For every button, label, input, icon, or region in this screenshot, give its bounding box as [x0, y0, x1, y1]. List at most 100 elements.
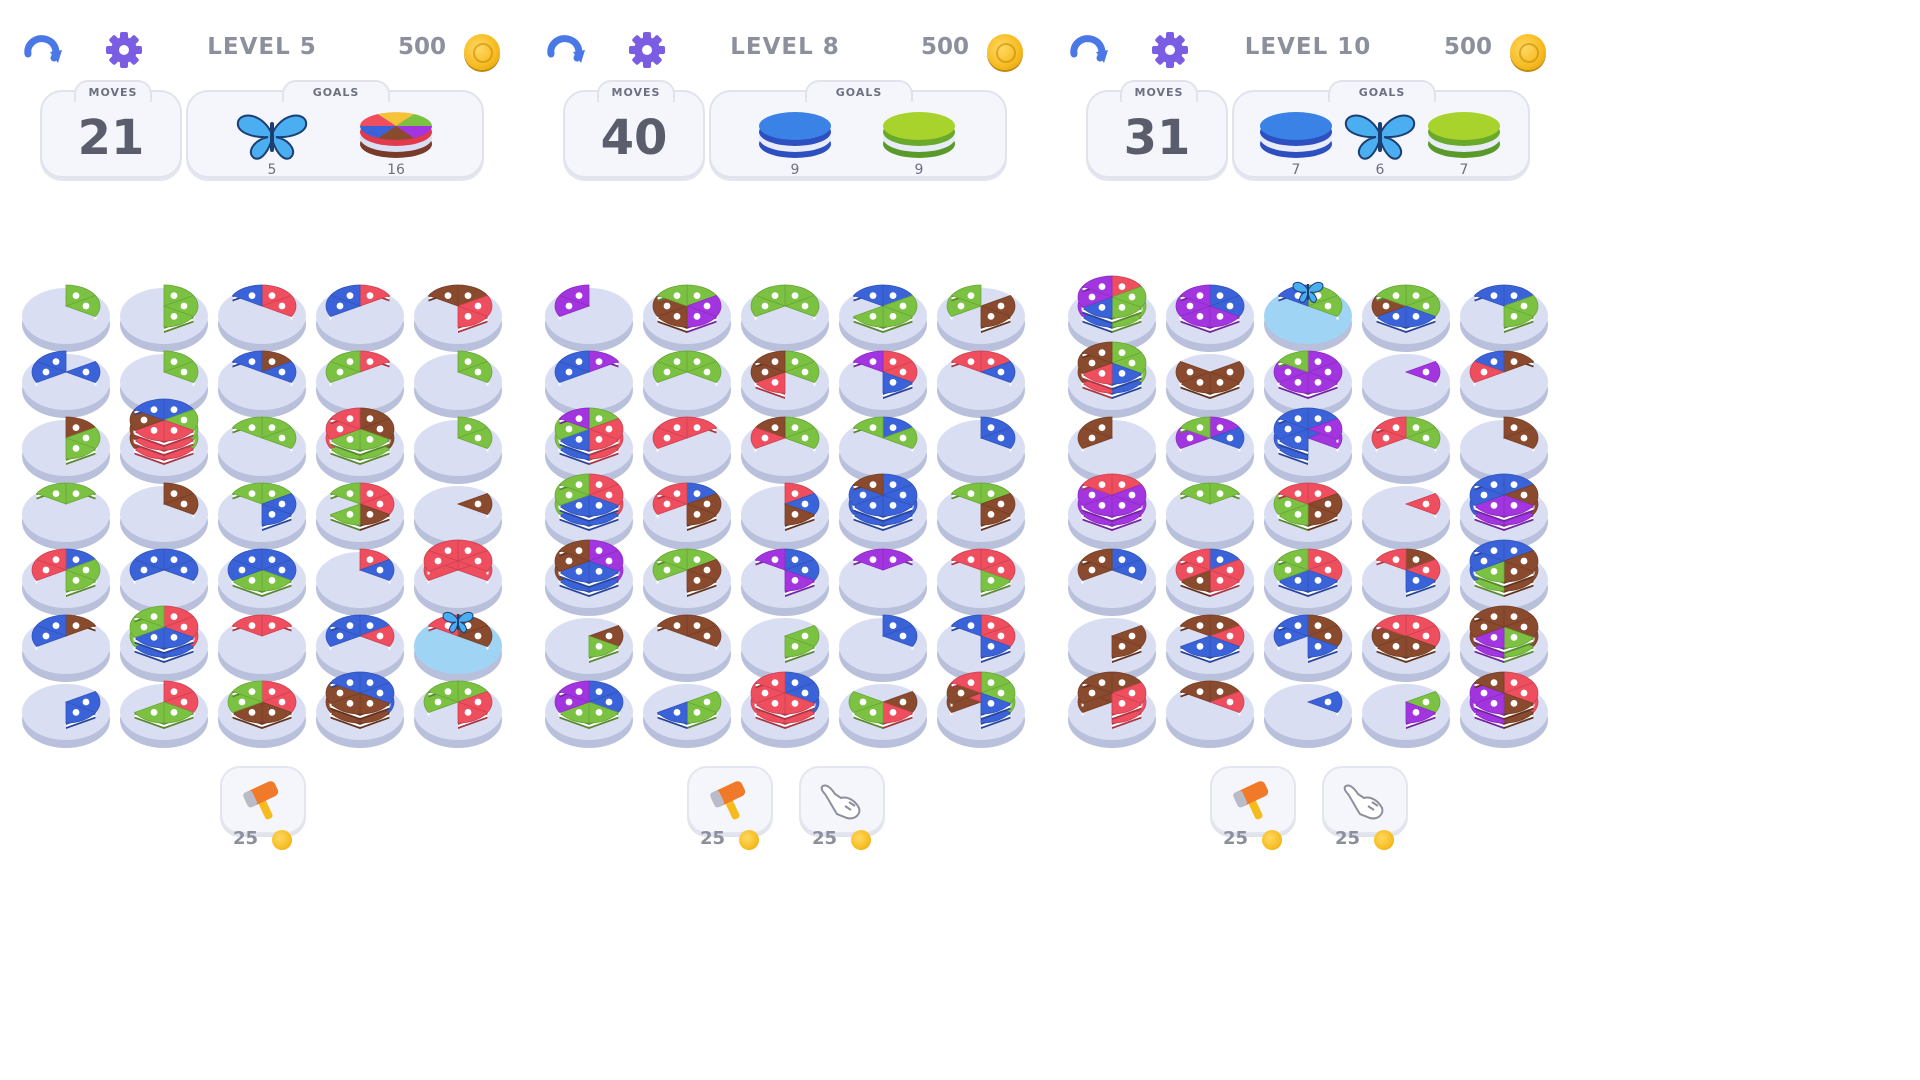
plate-cell[interactable]	[22, 684, 110, 748]
plate-cell[interactable]	[741, 671, 829, 748]
plate-cell[interactable]	[1460, 350, 1548, 418]
plate-cell[interactable]	[414, 539, 502, 616]
plate-cell[interactable]	[414, 416, 502, 484]
plate-cell[interactable]	[839, 684, 927, 748]
plate-cell[interactable]	[937, 482, 1025, 550]
plate-cell[interactable]	[218, 284, 306, 352]
plate-cell[interactable]	[643, 548, 731, 616]
plate-cell[interactable]	[545, 407, 633, 484]
plate-cell[interactable]	[22, 284, 110, 352]
plate-cell[interactable]	[218, 680, 306, 748]
plate-cell[interactable]	[937, 548, 1025, 616]
plate-cell[interactable]	[218, 614, 306, 682]
plate-cell[interactable]	[643, 684, 731, 748]
plate-cell[interactable]	[22, 614, 110, 682]
plate-cell[interactable]	[839, 350, 927, 418]
plate-cell[interactable]	[218, 350, 306, 418]
plate-cell[interactable]	[1264, 614, 1352, 682]
plate-cell[interactable]	[937, 671, 1025, 748]
plate-cell[interactable]	[1068, 548, 1156, 616]
plate-cell[interactable]	[937, 350, 1025, 418]
plate-cell[interactable]	[1460, 671, 1548, 748]
plate-cell[interactable]	[1166, 354, 1254, 418]
plate-cell[interactable]	[1264, 548, 1352, 616]
plate-cell[interactable]	[643, 350, 731, 418]
plate-cell[interactable]	[643, 614, 731, 682]
plate-cell[interactable]	[1362, 684, 1450, 748]
plate-cell[interactable]	[120, 482, 208, 550]
game-board[interactable]	[1046, 250, 1568, 770]
plate-cell[interactable]	[545, 618, 633, 682]
plate-cell[interactable]	[1166, 614, 1254, 682]
plate-cell[interactable]	[839, 473, 927, 550]
plate-cell[interactable]	[643, 482, 731, 550]
plate-cell[interactable]	[1166, 680, 1254, 748]
plate-cell[interactable]	[316, 671, 404, 748]
plate-cell[interactable]	[22, 548, 110, 616]
restart-icon[interactable]	[1066, 30, 1114, 70]
plate-cell[interactable]	[22, 350, 110, 418]
gear-icon[interactable]	[100, 30, 148, 70]
plate-cell[interactable]	[1068, 275, 1156, 352]
plate-cell[interactable]	[643, 284, 731, 352]
plate-cell[interactable]	[1362, 548, 1450, 616]
plate-cell[interactable]	[1068, 671, 1156, 748]
plate-cell[interactable]	[1362, 614, 1450, 682]
plate-cell[interactable]	[218, 416, 306, 484]
plate-cell[interactable]	[120, 398, 208, 484]
plate-cell[interactable]	[120, 284, 208, 352]
hand-booster-button[interactable]	[1322, 766, 1408, 834]
plate-cell[interactable]	[1264, 482, 1352, 550]
plate-cell[interactable]	[741, 482, 829, 550]
plate-cell[interactable]	[545, 473, 633, 550]
plate-cell[interactable]	[1166, 482, 1254, 550]
plate-cell[interactable]	[937, 284, 1025, 352]
plate-cell[interactable]	[414, 611, 502, 682]
plate-cell[interactable]	[120, 605, 208, 682]
plate-cell[interactable]	[741, 350, 829, 418]
plate-cell[interactable]	[1460, 284, 1548, 352]
hammer-booster-button[interactable]	[1210, 766, 1296, 834]
plate-cell[interactable]	[218, 482, 306, 550]
plate-cell[interactable]	[316, 482, 404, 550]
plate-cell[interactable]	[1362, 486, 1450, 550]
plate-cell[interactable]	[545, 284, 633, 352]
plate-cell[interactable]	[545, 539, 633, 616]
plate-cell[interactable]	[1068, 341, 1156, 418]
hand-booster-button[interactable]	[799, 766, 885, 834]
plate-cell[interactable]	[22, 482, 110, 550]
plate-cell[interactable]	[414, 680, 502, 748]
restart-icon[interactable]	[543, 30, 591, 70]
plate-cell[interactable]	[414, 284, 502, 352]
plate-cell[interactable]	[1068, 473, 1156, 550]
plate-cell[interactable]	[839, 548, 927, 616]
plate-cell[interactable]	[1264, 407, 1352, 484]
hammer-booster-button[interactable]	[687, 766, 773, 834]
plate-cell[interactable]	[1362, 354, 1450, 418]
restart-icon[interactable]	[20, 30, 68, 70]
plate-cell[interactable]	[545, 680, 633, 748]
plate-cell[interactable]	[937, 416, 1025, 484]
plate-cell[interactable]	[741, 416, 829, 484]
game-board[interactable]	[0, 250, 522, 770]
plate-cell[interactable]	[839, 284, 927, 352]
plate-cell[interactable]	[316, 407, 404, 484]
plate-cell[interactable]	[1460, 473, 1548, 550]
plate-cell[interactable]	[316, 284, 404, 352]
plate-cell[interactable]	[316, 548, 404, 616]
plate-cell[interactable]	[1362, 416, 1450, 484]
plate-cell[interactable]	[218, 548, 306, 616]
game-board[interactable]	[523, 250, 1045, 770]
plate-cell[interactable]	[1460, 539, 1548, 616]
hammer-booster-button[interactable]	[220, 766, 306, 834]
plate-cell[interactable]	[1362, 284, 1450, 352]
plate-cell[interactable]	[741, 284, 829, 352]
gear-icon[interactable]	[623, 30, 671, 70]
gear-icon[interactable]	[1146, 30, 1194, 70]
plate-cell[interactable]	[1166, 416, 1254, 484]
plate-cell[interactable]	[120, 680, 208, 748]
plate-cell[interactable]	[1264, 281, 1352, 352]
plate-cell[interactable]	[1460, 605, 1548, 682]
plate-cell[interactable]	[414, 350, 502, 418]
plate-cell[interactable]	[741, 548, 829, 616]
